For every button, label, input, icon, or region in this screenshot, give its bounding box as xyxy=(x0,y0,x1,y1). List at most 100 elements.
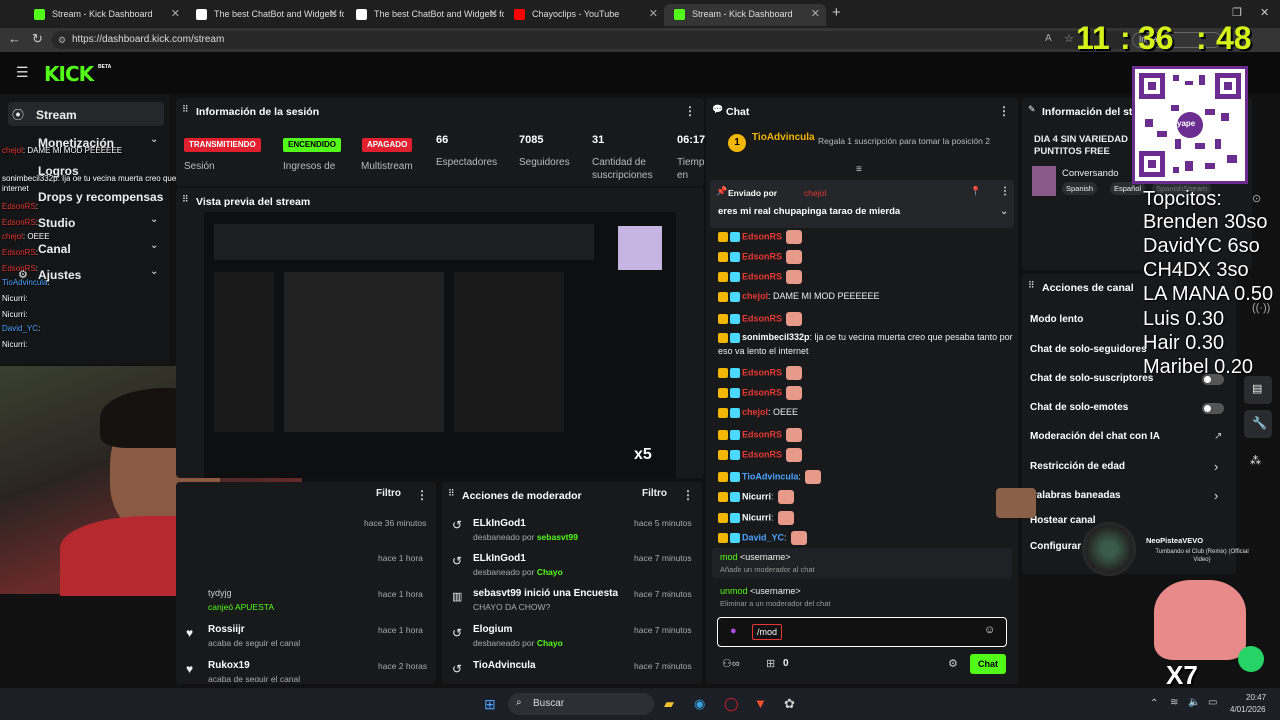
new-tab-icon[interactable]: + xyxy=(832,4,841,21)
settings-icon[interactable]: ⊙ xyxy=(1252,192,1261,205)
gift-icon[interactable]: ⊞ xyxy=(766,657,775,670)
file-explorer-icon[interactable]: ▰ xyxy=(664,696,674,712)
apps-icon[interactable]: ⁂ xyxy=(1250,454,1261,467)
chat-username[interactable]: Nicurri xyxy=(742,491,771,501)
app-icon[interactable]: ✿ xyxy=(784,696,795,712)
chat-message[interactable]: EdsonRS xyxy=(718,270,803,284)
chat-message[interactable]: TioAdvincula: xyxy=(718,470,821,484)
channel-action-label[interactable]: Palabras baneadas xyxy=(1030,490,1121,501)
sidebar-item-stream[interactable]: ⦿ Stream xyxy=(8,102,164,126)
channel-action-label[interactable]: Chat de solo-emotes xyxy=(1030,402,1128,413)
grip-icon[interactable]: ⠿ xyxy=(182,194,189,205)
chat-username[interactable]: TioAdvincula xyxy=(742,471,798,481)
more-options-icon[interactable]: ⋮ xyxy=(416,488,428,502)
chat-message[interactable]: EdsonRS xyxy=(718,428,803,442)
chat-message[interactable]: David_YC: xyxy=(718,531,807,545)
star-icon[interactable]: ☆ xyxy=(1064,32,1074,45)
wifi-icon[interactable]: ≋ xyxy=(1170,697,1178,708)
grip-icon[interactable]: ⠿ xyxy=(182,104,189,115)
gift-prompt[interactable]: Regala 1 suscripción para tomar la posic… xyxy=(818,136,1008,146)
channel-action-label[interactable]: Restricción de edad xyxy=(1030,461,1125,472)
close-window-icon[interactable]: ✕ xyxy=(1260,6,1269,19)
points-icon[interactable]: ⚇∞ xyxy=(722,657,740,670)
send-chat-button[interactable]: Chat xyxy=(970,654,1006,674)
filter-button[interactable]: Filtro xyxy=(376,488,401,499)
chevron-down-icon[interactable]: ⌄ xyxy=(150,240,158,251)
translate-icon[interactable]: A xyxy=(1045,33,1052,44)
chat-username[interactable]: EdsonRS xyxy=(742,387,782,397)
chat-message[interactable]: eso va lento el internet xyxy=(718,346,809,356)
more-options-icon[interactable]: ⋮ xyxy=(684,104,696,118)
browser-tab[interactable]: The best ChatBot and Widgets for ✕ xyxy=(186,4,344,26)
grip-icon[interactable]: ⠿ xyxy=(448,488,455,499)
browser-tab[interactable]: The best ChatBot and Widgets for ✕ xyxy=(346,4,504,26)
chat-username[interactable]: chejol xyxy=(742,291,768,301)
chevron-right-icon[interactable]: › xyxy=(1214,488,1218,503)
close-icon[interactable]: ✕ xyxy=(489,4,498,24)
chat-message[interactable]: Nicurri: xyxy=(718,511,794,525)
channel-action-label[interactable]: Modo lento xyxy=(1030,314,1083,325)
close-icon[interactable]: ✕ xyxy=(649,4,658,24)
tray-expand-icon[interactable]: ⌃ xyxy=(1150,698,1158,709)
chat-message[interactable]: EdsonRS xyxy=(718,250,803,264)
more-options-icon[interactable]: ⋮ xyxy=(998,104,1010,118)
chat-username[interactable]: EdsonRS xyxy=(742,313,782,323)
mic-icon[interactable]: ● xyxy=(730,625,737,637)
close-icon[interactable]: ✕ xyxy=(171,4,180,24)
channel-action-label[interactable]: Chat de solo-suscriptores xyxy=(1030,373,1153,384)
grip-icon[interactable]: ⠿ xyxy=(1028,280,1035,291)
gear-icon[interactable]: ⚙ xyxy=(948,657,958,670)
tool-button[interactable]: 🔧 xyxy=(1244,410,1272,438)
sidebar-item-canal[interactable]: Canal xyxy=(38,242,71,256)
chat-message[interactable]: EdsonRS xyxy=(718,448,803,462)
sidebar-item-studio[interactable]: Studio xyxy=(38,216,75,230)
chat-message[interactable]: EdsonRS xyxy=(718,386,803,400)
filter-button[interactable]: Filtro xyxy=(642,488,667,499)
volume-icon[interactable]: 🔈 xyxy=(1188,697,1200,708)
restore-window-icon[interactable]: ❐ xyxy=(1232,6,1242,19)
chat-username[interactable]: EdsonRS xyxy=(742,367,782,377)
tool-button[interactable]: ▤ xyxy=(1244,376,1272,404)
expand-icon[interactable]: ≡ xyxy=(856,164,862,175)
chat-message[interactable]: sonimbecil332p: lja oe tu vecina muerta … xyxy=(718,332,1013,343)
chevron-down-icon[interactable]: ⌄ xyxy=(150,266,158,277)
toggle-switch[interactable] xyxy=(1202,403,1224,414)
reload-icon[interactable]: ↻ xyxy=(32,31,43,47)
site-info-icon[interactable]: ⚙ xyxy=(58,31,66,49)
kick-logo[interactable]: KICK xyxy=(44,62,94,86)
brave-icon[interactable]: ▼ xyxy=(754,696,767,711)
battery-icon[interactable]: ▭ xyxy=(1208,697,1217,708)
chat-username[interactable]: EdsonRS xyxy=(742,251,782,261)
chat-message[interactable]: EdsonRS xyxy=(718,230,803,244)
chat-username[interactable]: David_YC xyxy=(742,532,784,542)
chat-username[interactable]: EdsonRS xyxy=(742,449,782,459)
edge-icon[interactable]: ◉ xyxy=(694,696,705,712)
chat-username[interactable]: Nicurri xyxy=(742,512,771,522)
chat-message[interactable]: chejol: OEEE xyxy=(718,407,798,418)
chat-message[interactable]: EdsonRS xyxy=(718,312,803,326)
command-suggestion[interactable]: mod <username> Añadir un moderador al ch… xyxy=(712,548,1012,578)
back-icon[interactable]: ← xyxy=(8,31,21,46)
chat-message[interactable]: chejol: DAME MI MOD PEEEEEE xyxy=(718,291,880,302)
more-options-icon[interactable]: ⋮ xyxy=(1000,186,1010,197)
chat-input[interactable]: ● /mod ☺ xyxy=(717,617,1007,647)
chat-username[interactable]: sonimbecil332p xyxy=(742,332,810,342)
windows-start-icon[interactable]: ⊞ xyxy=(484,696,496,713)
channel-action-label[interactable]: Moderación del chat con IA xyxy=(1030,431,1160,442)
top-gifter-name[interactable]: TioAdvincula xyxy=(752,132,815,143)
stream-preview-video[interactable]: x5 xyxy=(204,212,676,478)
chevron-right-icon[interactable]: › xyxy=(1214,459,1218,474)
external-link-icon[interactable]: ↗ xyxy=(1214,431,1222,442)
command-suggestion[interactable]: unmod <username> Eliminar a un moderador… xyxy=(712,582,1012,612)
browser-tab[interactable]: Chayoclips - YouTube ✕ xyxy=(504,4,664,26)
taskbar-search[interactable]: ⌕ Buscar xyxy=(508,693,654,715)
channel-action-label[interactable]: Configurar xyxy=(1030,541,1081,552)
menu-icon[interactable]: ☰ xyxy=(16,64,29,81)
chevron-down-icon[interactable]: ⌄ xyxy=(150,214,158,225)
chat-message[interactable]: EdsonRS xyxy=(718,366,803,380)
opera-icon[interactable]: ◯ xyxy=(724,696,739,712)
close-icon[interactable]: ✕ xyxy=(811,4,820,24)
chat-username[interactable]: chejol xyxy=(742,407,768,417)
channel-action-label[interactable]: Chat de solo-seguidores xyxy=(1030,344,1147,355)
chat-username[interactable]: EdsonRS xyxy=(742,271,782,281)
